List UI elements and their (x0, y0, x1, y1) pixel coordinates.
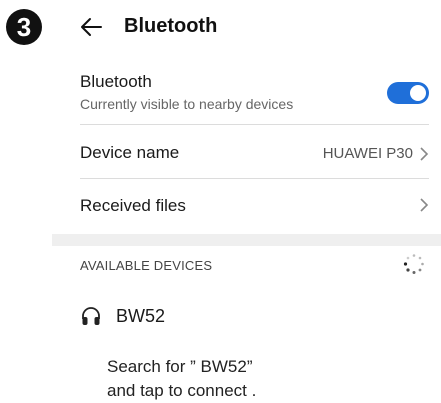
bluetooth-switch[interactable] (387, 82, 429, 104)
instruction-text: Search for ” BW52” and tap to connect . (107, 355, 256, 403)
available-device-item[interactable]: BW52 (80, 305, 165, 327)
headphones-icon (82, 307, 100, 325)
page-title: Bluetooth (124, 15, 218, 37)
bluetooth-row-title: Bluetooth (80, 72, 152, 91)
available-devices-header: AVAILABLE DEVICES (80, 258, 213, 273)
device-name-value-group: HUAWEI P30 (323, 145, 429, 162)
back-arrow-icon[interactable] (80, 17, 102, 37)
divider (80, 124, 429, 125)
step-number-badge: 3 (6, 9, 42, 45)
chevron-right-icon (420, 198, 429, 212)
section-separator (52, 234, 441, 246)
bluetooth-toggle-row[interactable]: Bluetooth Currently visible to nearby de… (80, 72, 429, 112)
divider (80, 178, 429, 179)
received-files-row[interactable]: Received files (80, 196, 429, 216)
loading-spinner-icon (403, 253, 425, 275)
device-name: BW52 (116, 305, 166, 326)
bluetooth-row-subtitle: Currently visible to nearby devices (80, 96, 294, 112)
switch-knob (410, 85, 426, 101)
received-files-label: Received files (80, 196, 186, 215)
chevron-right-icon (420, 146, 429, 161)
instruction-line-1: Search for ” BW52” (107, 357, 253, 376)
instruction-line-2: and tap to connect . (107, 381, 257, 400)
device-name-value: HUAWEI P30 (322, 145, 413, 162)
received-files-chevron-group (419, 198, 429, 212)
